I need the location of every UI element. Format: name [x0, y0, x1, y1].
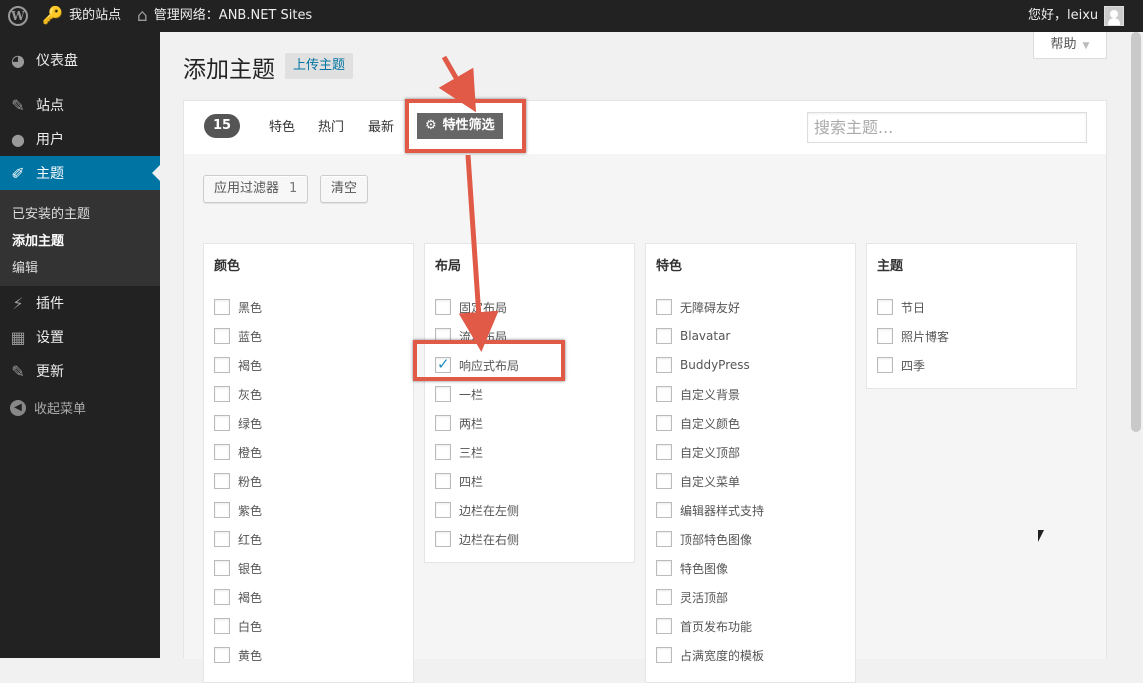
arrow-to-responsive-layout — [458, 154, 499, 352]
annotation-arrows — [438, 55, 499, 352]
arrow-to-feature-filter — [438, 55, 477, 113]
mouse-cursor-icon — [1038, 530, 1044, 542]
scrollbar[interactable] — [1131, 32, 1141, 432]
